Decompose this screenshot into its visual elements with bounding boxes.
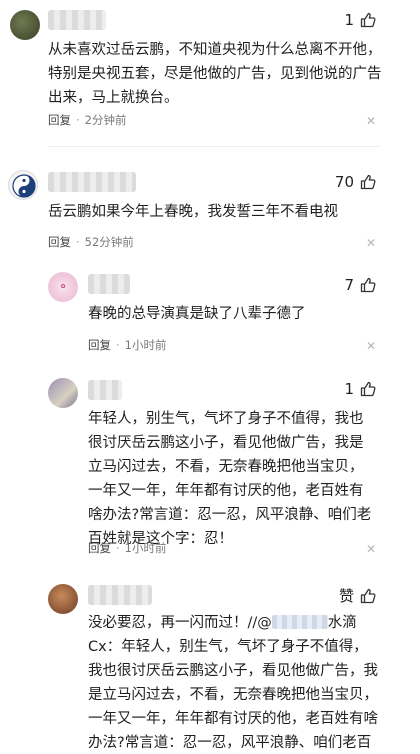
comment-text: 春晚的总导演真是缺了八辈子德了 (88, 306, 306, 322)
divider (48, 146, 380, 147)
thumbs-up-icon (360, 277, 376, 293)
comment-meta: 回复 · 1小时前 (88, 540, 166, 556)
like-label: 赞 (338, 587, 354, 605)
like-count: 70 (334, 173, 354, 191)
like-count: 1 (344, 380, 354, 398)
close-icon[interactable]: ✕ (366, 236, 376, 250)
avatar[interactable] (8, 170, 38, 200)
comment-meta: 回复 · 2分钟前 (48, 112, 126, 128)
close-icon[interactable]: ✕ (366, 114, 376, 128)
thumbs-up-icon (360, 12, 376, 28)
separator: · (76, 235, 80, 249)
like-button[interactable]: 1 (344, 380, 376, 398)
reply-button[interactable]: 回复 (48, 234, 71, 250)
avatar[interactable] (48, 584, 78, 614)
avatar[interactable] (48, 378, 78, 408)
thumbs-up-icon (360, 174, 376, 190)
separator: · (116, 338, 120, 352)
thumbs-up-icon (360, 381, 376, 397)
username[interactable] (88, 585, 152, 605)
timestamp: 2分钟前 (84, 113, 127, 127)
comment-meta: 回复 · 52分钟前 (48, 234, 134, 250)
reply-button[interactable]: 回复 (48, 112, 71, 128)
comment-text: 从未喜欢过岳云鹏，不知道央视为什么总离不开他，特别是央视五套，尽是他做的广告，见… (48, 42, 382, 106)
comment-text: 岳云鹏如果今年上春晚，我发誓三年不看电视 (48, 204, 338, 220)
username[interactable] (48, 10, 106, 30)
separator: · (76, 113, 80, 127)
username[interactable] (88, 380, 122, 400)
close-icon[interactable]: ✕ (366, 339, 376, 353)
reply-button[interactable]: 回复 (88, 540, 111, 556)
close-icon[interactable]: ✕ (366, 542, 376, 556)
thumbs-up-icon (360, 588, 376, 603)
like-button[interactable]: 1 (344, 11, 376, 29)
like-button[interactable]: 70 (335, 173, 376, 191)
reply-text-start: 没必要忍，再一闪而过！//@ (88, 615, 272, 631)
like-count: 1 (344, 11, 354, 29)
timestamp: 1小时前 (124, 541, 167, 555)
comment-text: 年轻人，别生气，气坏了身子不值得，我也很讨厌岳云鹏这小子，看见他做广告，我是立马… (88, 411, 372, 547)
timestamp: 1小时前 (124, 338, 167, 352)
reply-text-quoted: x：年轻人，别生气，气坏了身子不值得，我也很讨厌岳云鹏这小子，看见他做广告，我是… (88, 639, 378, 751)
timestamp: 52分钟前 (84, 235, 134, 249)
comment-text: 没必要忍，再一闪而过！//@ 水滴Cx：年轻人，别生气，气坏了身子不值得，我也很讨… (88, 611, 378, 754)
username[interactable] (48, 172, 136, 192)
reply-button[interactable]: 回复 (88, 337, 111, 353)
like-button[interactable]: 赞 (339, 585, 376, 606)
avatar-sticker-icon: ✿ (60, 283, 66, 290)
username[interactable] (88, 274, 130, 294)
like-count: 7 (344, 276, 354, 294)
avatar[interactable] (10, 10, 40, 40)
like-button[interactable]: 7 (344, 276, 376, 294)
comment-meta: 回复 · 1小时前 (88, 337, 166, 353)
separator: · (116, 541, 120, 555)
avatar[interactable]: ✿ (48, 272, 78, 302)
mention-blur[interactable] (271, 615, 328, 629)
